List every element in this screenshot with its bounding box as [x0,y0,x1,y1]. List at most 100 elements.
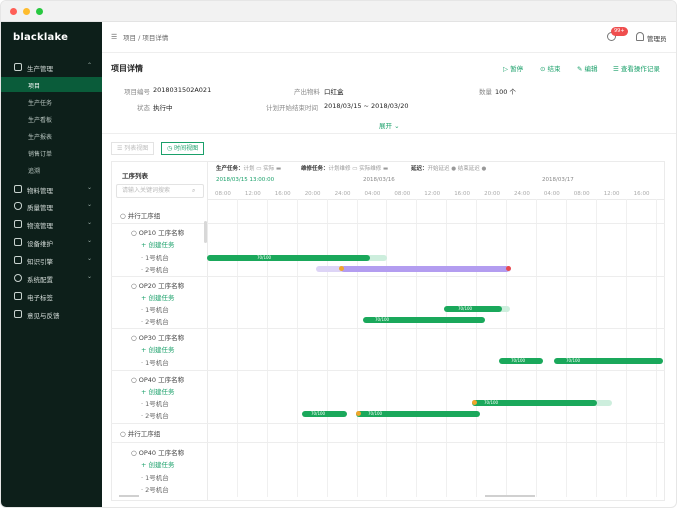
tree-item-machine[interactable]: · 2号机台 [141,316,169,326]
tree-item-create[interactable]: + 创建任务 [141,239,175,249]
sidebar-item-logistics[interactable]: 物流管理 ⌄ [1,216,102,233]
grid-line [476,199,478,497]
tree-item-create[interactable]: + 创建任务 [141,459,175,469]
edit-button[interactable]: ✎ 编辑 [577,63,598,73]
date-header: 2018/03/15 13:00:00 [216,177,275,183]
pause-button[interactable]: ▷ 暂停 [503,63,523,73]
tree-item-machine[interactable]: · 1号机台 [141,398,169,408]
legend-production-items: 计划 ▭ 实际 ▬ [243,166,282,172]
task-bar-actual[interactable]: 70/100 [356,411,480,417]
sidebar-subitem-tasks[interactable]: 生产任务 [1,94,102,109]
quantity-value: 100 个 [495,88,516,96]
task-bar-actual[interactable]: 70/100 [499,358,543,364]
task-bar-actual[interactable]: 70/100 [554,358,663,364]
grid-line [386,199,388,497]
sidebar-subitem-project[interactable]: 项目 [1,77,102,92]
tree-scrollbar[interactable] [204,221,207,243]
task-bar-label: 70/100 [368,411,383,416]
book-icon [14,256,22,264]
tree-item-op[interactable]: ○ OP40 工序名称 [131,374,184,384]
expand-button[interactable]: 展开 ⌄ [379,120,400,130]
sidebar-item-quality[interactable]: 质量管理 ⌄ [1,198,102,215]
tree-item-machine[interactable]: · 1号机台 [141,472,169,482]
hour-tick-label: 16:00 [633,191,650,197]
task-bar-actual[interactable]: 70/100 [472,400,597,406]
sidebar-item-knowledge[interactable]: 知识引擎 ⌄ [1,252,102,269]
hour-tick-label: 12:00 [603,191,620,197]
status-label: 状态 [137,104,150,112]
tree-horizontal-scrollbar[interactable] [119,495,139,497]
tree-item-machine[interactable]: · 2号机台 [141,264,169,274]
sidebar-item-etag[interactable]: 电子标签 [1,288,102,305]
grid-line [296,199,298,497]
top-header: ☰ 项目 / 项目详情 99+ 管理员 [102,22,676,53]
notification-badge: 99+ [611,27,628,36]
task-bar-actual[interactable]: 70/100 [363,317,485,323]
search-input[interactable]: 请输入关键词搜索 [116,184,204,198]
hour-tick-label: 16:00 [274,191,291,197]
task-bar-actual[interactable]: 70/100 [444,306,502,312]
sidebar-subitem-board[interactable]: 生产看板 [1,111,102,126]
task-bar-actual[interactable]: 70/100 [302,411,347,417]
divider [102,133,676,134]
view-log-button[interactable]: ☰ 查看操作记录 [613,63,660,73]
sidebar-item-material[interactable]: 物料管理 ⌄ [1,181,102,198]
tree-item-group[interactable]: ○ 并行工序组 [120,428,160,438]
tree-item-group[interactable]: ○ 并行工序组 [120,210,160,220]
truck-icon [14,220,22,228]
product-value: 口红盒 [324,88,344,96]
tab-timeline-view[interactable]: ◷ 时间视图 [161,142,205,155]
timeline-horizontal-scrollbar[interactable] [485,495,535,497]
menu-icon[interactable]: ☰ [111,33,117,41]
close-window-button[interactable] [10,8,17,15]
tree-item-machine[interactable]: · 1号机台 [141,252,169,262]
task-bar-label: 70/100 [311,411,326,416]
sidebar-item-feedback[interactable]: 意见与反馈 [1,306,102,323]
tree-item-machine[interactable]: · 2号机台 [141,484,169,494]
tree-item-machine[interactable]: · 1号机台 [141,304,169,314]
minimize-window-button[interactable] [23,8,30,15]
grid-line [266,199,268,497]
tree-item-create[interactable]: + 创建任务 [141,386,175,396]
gantt-panel [111,161,665,501]
project-code-value: 2018031502A021 [153,86,212,94]
sidebar-subitem-orders[interactable]: 销售订单 [1,145,102,160]
hour-tick-label: 08:00 [573,191,590,197]
sidebar-item-label: 系统配置 [27,276,53,284]
sidebar-subitem-report[interactable]: 生产报表 [1,128,102,143]
user-icon[interactable] [636,32,644,41]
tree-item-machine[interactable]: · 2号机台 [141,410,169,420]
tree-item-op[interactable]: ○ OP10 工序名称 [131,227,184,237]
tree-item-create[interactable]: + 创建任务 [141,292,175,302]
tree-item-op[interactable]: ○ OP40 工序名称 [131,447,184,457]
sidebar-item-label: 设备维护 [27,240,53,248]
end-button[interactable]: ⊙ 结束 [540,63,561,73]
hour-tick-label: 24:00 [334,191,351,197]
grid-line [565,199,567,497]
window-titlebar [1,1,676,22]
tree-item-create[interactable]: + 创建任务 [141,344,175,354]
legend-production: 生产任务：计划 ▭ 实际 ▬ [216,164,281,172]
tree-item-machine[interactable]: · 1号机台 [141,357,169,367]
sidebar-subitem-trace[interactable]: 追溯 [1,162,102,177]
task-bar-actual[interactable]: 70/100 [207,255,370,261]
sidebar-item-production[interactable]: 生产管理 ⌃ [1,59,102,76]
sidebar-subitem-label: 销售订单 [28,151,53,158]
user-name[interactable]: 管理员 [647,33,667,43]
search-icon[interactable]: ⌕ [192,187,195,195]
hour-tick-label: 08:00 [394,191,411,197]
maximize-window-button[interactable] [36,8,43,15]
chevron-down-icon: ⌄ [86,219,92,226]
grid-line [326,199,328,497]
tab-list-view[interactable]: ☰ 列表视图 [111,142,155,155]
maintenance-bar-actual[interactable] [341,266,509,272]
tree-item-op[interactable]: ○ OP30 工序名称 [131,332,184,342]
app-window: blacklake 生产管理 ⌃ 项目 生产任务 生产看板 生产报表 销售订单 … [0,0,677,508]
sidebar-item-settings[interactable]: 系统配置 ⌄ [1,270,102,287]
task-bar-label: 70/100 [375,317,390,322]
sidebar-item-label: 物流管理 [27,222,53,230]
sidebar-item-label: 意见与反馈 [27,312,60,320]
plan-time-label: 计划开始结束时间 [266,104,318,112]
tree-item-op[interactable]: ○ OP20 工序名称 [131,280,184,290]
sidebar-item-equipment[interactable]: 设备维护 ⌄ [1,234,102,251]
